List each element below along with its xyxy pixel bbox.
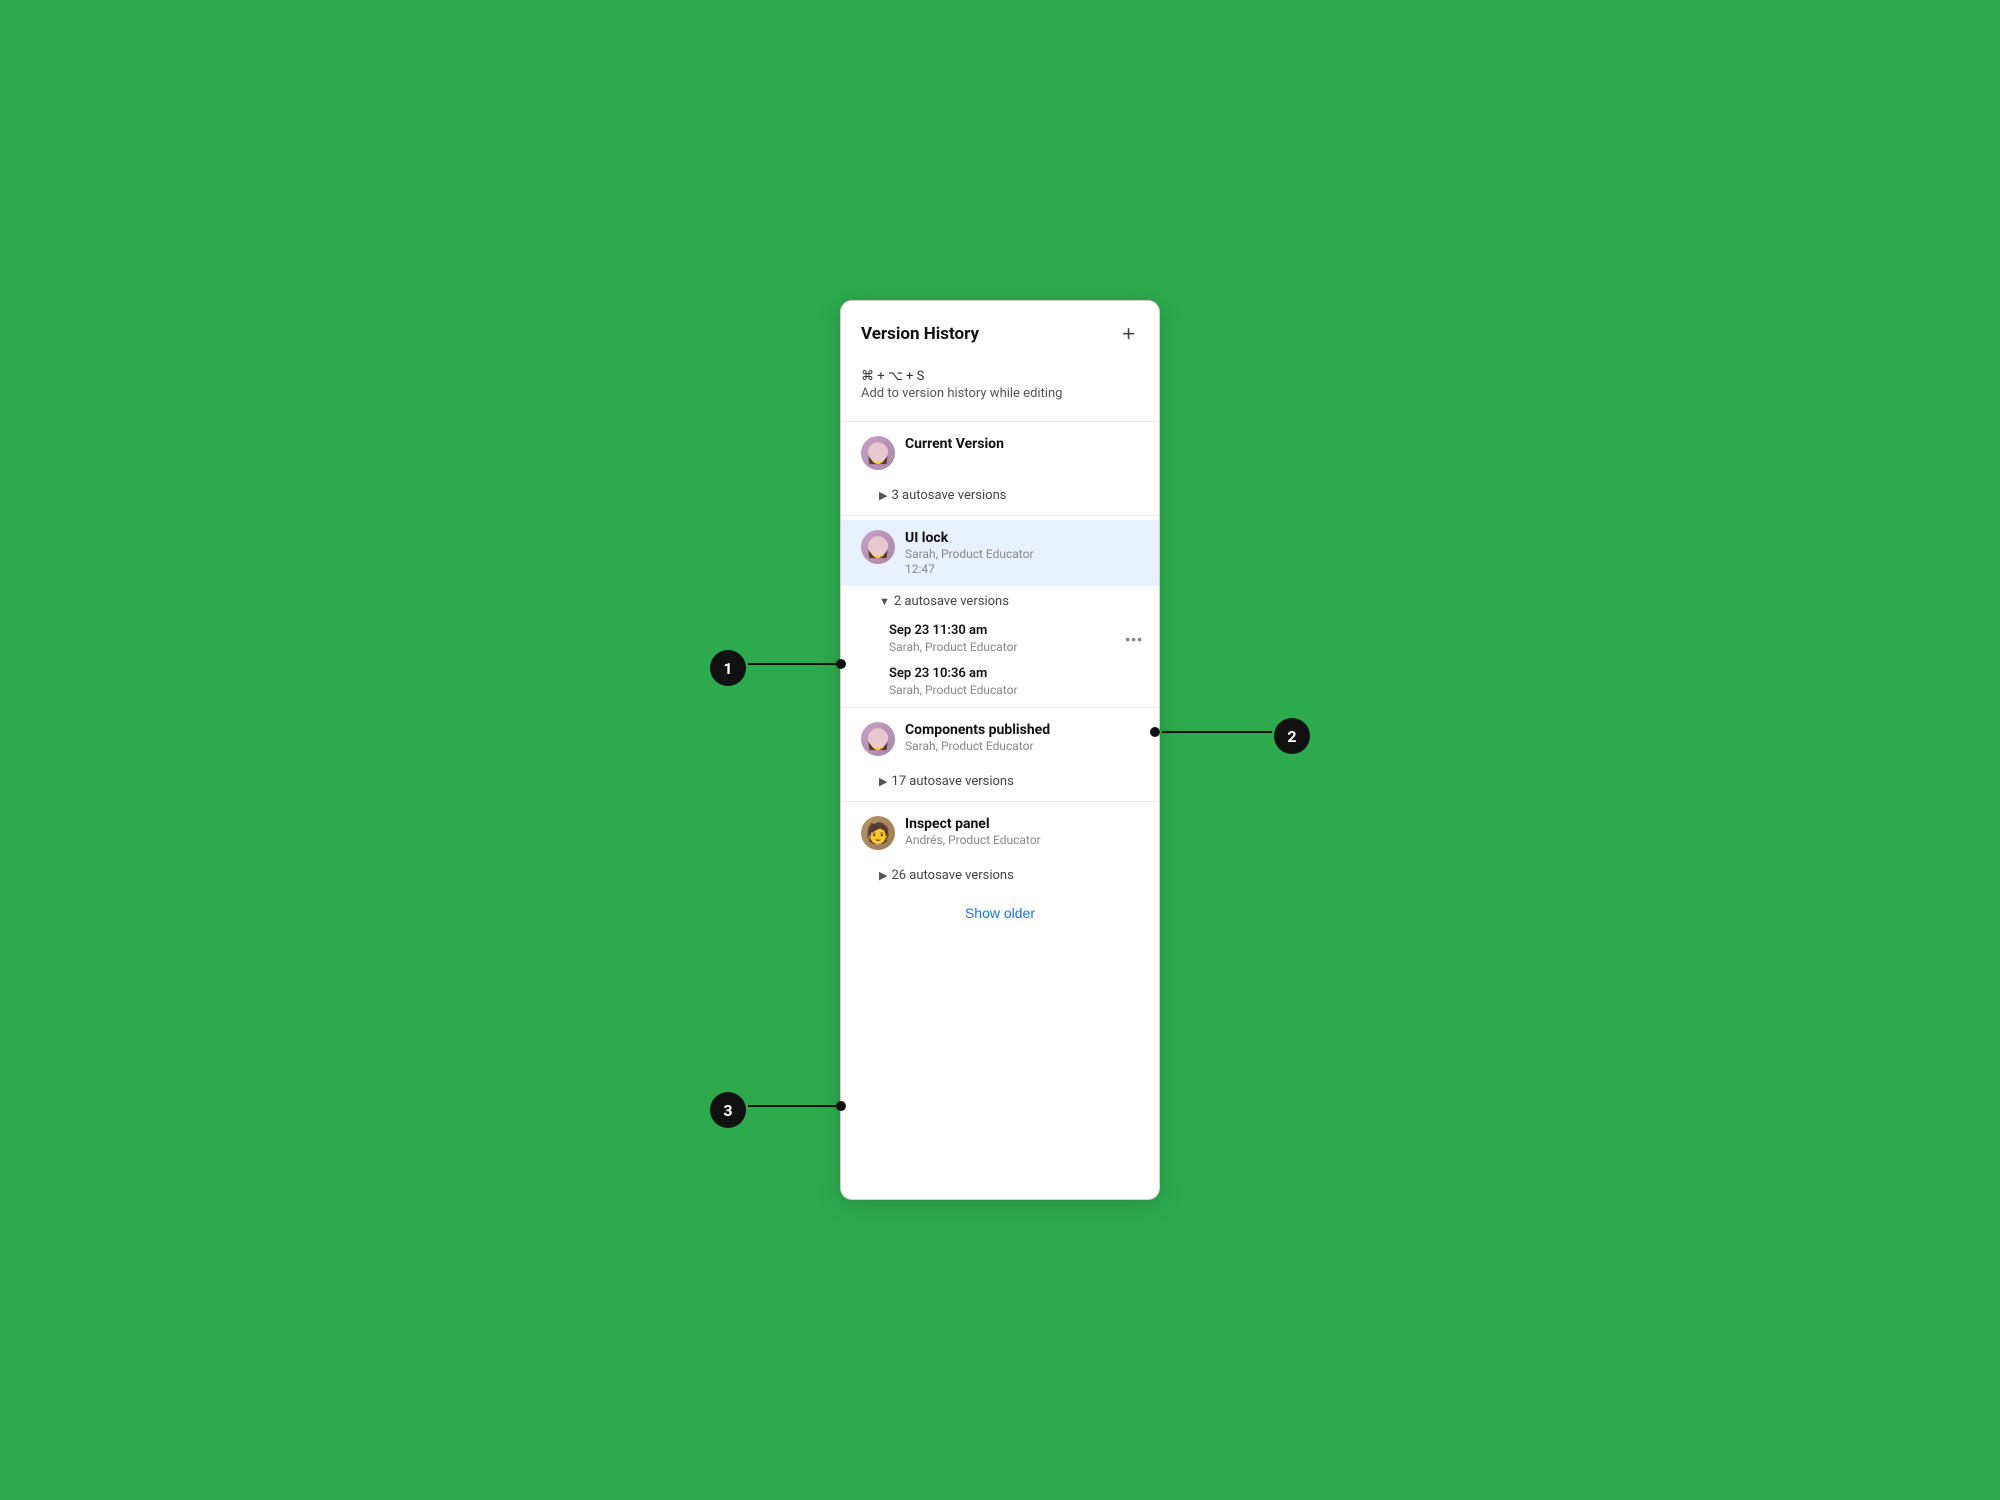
panel-header: Version History + <box>841 301 1159 359</box>
version-author-components: Sarah, Product Educator <box>905 739 1139 753</box>
version-time-ui-lock: 12:47 <box>905 562 1139 576</box>
divider-1 <box>841 515 1159 516</box>
annotation-3-line <box>748 1105 838 1107</box>
annotation-2: 2 <box>1274 718 1310 754</box>
autosave-toggle-inspect: ▶ <box>879 869 887 882</box>
version-name-current: Current Version <box>905 436 1139 452</box>
autosave-label-components: 17 autosave versions <box>891 774 1013 789</box>
autosave-sub-item-2[interactable]: Sep 23 10:36 am Sarah, Product Educator <box>841 660 1159 703</box>
version-list: Current Version ▶ 3 autosave versions UI… <box>841 426 1159 1199</box>
panel-title: Version History <box>861 324 979 344</box>
version-author-inspect: Andrés, Product Educator <box>905 833 1139 847</box>
autosave-toggle-components: ▶ <box>879 775 887 788</box>
autosave-toggle-ui-lock: ▼ <box>879 595 890 608</box>
annotation-3-dot <box>836 1101 846 1111</box>
autosave-row-inspect[interactable]: ▶ 26 autosave versions <box>841 860 1159 891</box>
autosave-label-current: 3 autosave versions <box>891 488 1006 503</box>
autosave-sub-item-1[interactable]: Sep 23 11:30 am Sarah, Product Educator … <box>841 617 1159 660</box>
version-info-inspect: Inspect panel Andrés, Product Educator <box>905 816 1139 848</box>
annotation-2-line <box>1162 731 1272 733</box>
add-button[interactable]: + <box>1118 321 1139 347</box>
version-item-ui-lock[interactable]: UI lock Sarah, Product Educator 12:47 <box>841 520 1159 586</box>
more-options-button-1[interactable]: ••• <box>1125 631 1143 647</box>
avatar-ui-lock <box>861 530 895 564</box>
autosave-label-ui-lock: 2 autosave versions <box>894 594 1009 609</box>
version-author-ui-lock: Sarah, Product Educator <box>905 547 1139 561</box>
annotation-1-dot <box>836 659 846 669</box>
show-older-row: Show older <box>841 891 1159 941</box>
version-name-components: Components published <box>905 722 1139 738</box>
version-name-ui-lock: UI lock <box>905 530 1139 546</box>
version-name-inspect: Inspect panel <box>905 816 1139 832</box>
divider-top <box>841 421 1159 422</box>
version-info-current: Current Version <box>905 436 1139 453</box>
annotation-3: 3 <box>710 1092 746 1128</box>
autosave-row-current[interactable]: ▶ 3 autosave versions <box>841 480 1159 511</box>
annotation-2-dot <box>1150 727 1160 737</box>
version-history-panel: Version History + ⌘ + ⌥ + S Add to versi… <box>840 300 1160 1200</box>
shortcut-keys: ⌘ + ⌥ + S <box>861 369 1139 384</box>
autosave-toggle-current: ▶ <box>879 489 887 502</box>
version-info-ui-lock: UI lock Sarah, Product Educator 12:47 <box>905 530 1139 576</box>
show-older-button[interactable]: Show older <box>965 905 1035 921</box>
avatar-inspect <box>861 816 895 850</box>
divider-3 <box>841 801 1159 802</box>
avatar-components <box>861 722 895 756</box>
version-item-components[interactable]: Components published Sarah, Product Educ… <box>841 712 1159 766</box>
autosave-row-components[interactable]: ▶ 17 autosave versions <box>841 766 1159 797</box>
divider-2 <box>841 707 1159 708</box>
autosave-row-ui-lock[interactable]: ▼ 2 autosave versions <box>841 586 1159 617</box>
autosave-date-2: Sep 23 10:36 am <box>889 666 1139 681</box>
avatar-current <box>861 436 895 470</box>
shortcut-description: Add to version history while editing <box>861 386 1139 401</box>
shortcut-section: ⌘ + ⌥ + S Add to version history while e… <box>841 359 1159 417</box>
autosave-date-1: Sep 23 11:30 am <box>889 623 1139 638</box>
version-info-components: Components published Sarah, Product Educ… <box>905 722 1139 754</box>
annotation-1-line <box>748 663 838 665</box>
version-item-current[interactable]: Current Version <box>841 426 1159 480</box>
annotation-1: 1 <box>710 650 746 686</box>
version-item-inspect[interactable]: Inspect panel Andrés, Product Educator <box>841 806 1159 860</box>
autosave-label-inspect: 26 autosave versions <box>891 868 1013 883</box>
autosave-author-2: Sarah, Product Educator <box>889 683 1139 697</box>
autosave-author-1: Sarah, Product Educator <box>889 640 1139 654</box>
